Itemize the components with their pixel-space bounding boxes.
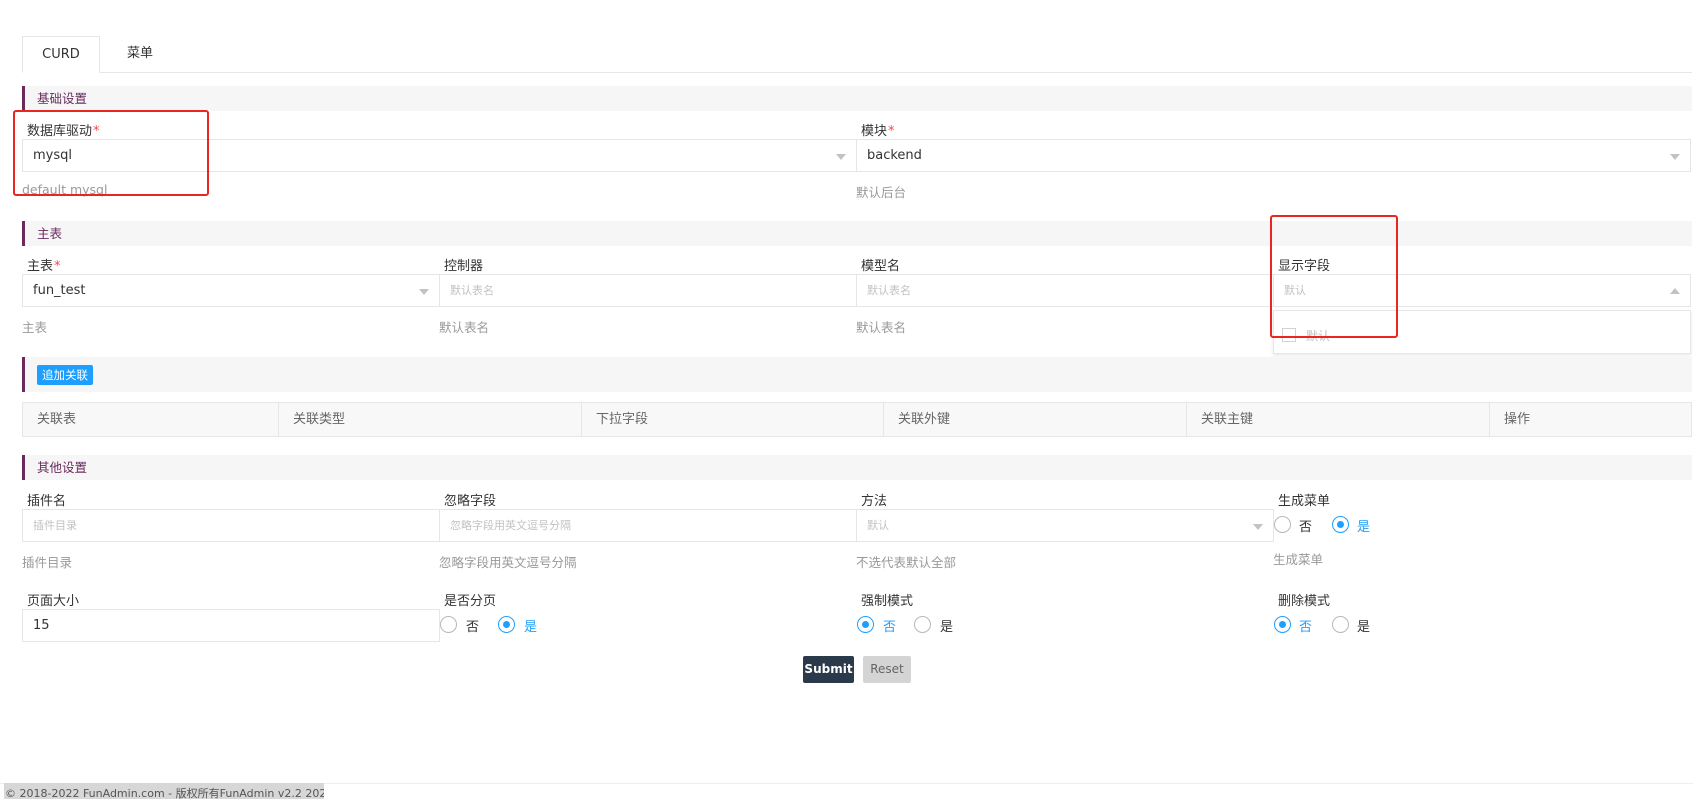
main-table-select[interactable]: fun_test [22, 274, 440, 307]
model-input[interactable]: 默认表名 [856, 274, 1274, 307]
section-other: 其他设置 [22, 455, 1692, 480]
chevron-down-icon [419, 289, 429, 295]
section-title: 其他设置 [37, 460, 88, 475]
delete-mode-no-label: 否 [1299, 620, 1313, 635]
controller-input[interactable]: 默认表名 [439, 274, 857, 307]
model-label: 模型名 [861, 259, 901, 274]
gen-menu-no-label: 否 [1299, 520, 1313, 535]
column-header: 关联类型 [279, 403, 582, 436]
gen-menu-label: 生成菜单 [1278, 494, 1331, 509]
method-hint: 不选代表默认全部 [856, 555, 957, 570]
chevron-down-icon [1253, 524, 1263, 530]
tab-curd[interactable]: CURD [22, 36, 100, 73]
module-select[interactable]: backend [856, 139, 1691, 172]
delete-mode-label: 删除模式 [1278, 594, 1331, 609]
method-select[interactable]: 默认 [856, 509, 1274, 542]
section-relation: 追加关联 [22, 357, 1692, 392]
section-title: 基础设置 [37, 91, 88, 106]
controller-label: 控制器 [444, 259, 484, 274]
module-label: 模块* [861, 124, 895, 139]
addon-label: 插件名 [27, 494, 67, 509]
chevron-up-icon [1670, 288, 1680, 294]
controller-hint: 默认表名 [439, 320, 490, 335]
force-mode-no-radio[interactable] [857, 616, 874, 633]
paginate-yes-label: 是 [524, 620, 538, 635]
ignore-fields-label: 忽略字段 [444, 494, 497, 509]
delete-mode-yes-radio[interactable] [1332, 616, 1349, 633]
force-mode-yes-label: 是 [940, 620, 954, 635]
main-table-value: fun_test [33, 283, 86, 298]
force-mode-label: 强制模式 [861, 594, 914, 609]
ignore-fields-input[interactable]: 忽略字段用英文逗号分隔 [439, 509, 857, 542]
submit-button[interactable]: Submit [803, 656, 854, 683]
gen-menu-hint: 生成菜单 [1273, 552, 1324, 567]
force-mode-yes-radio[interactable] [914, 616, 931, 633]
delete-mode-yes-label: 是 [1357, 620, 1371, 635]
section-main-table: 主表 [22, 221, 1692, 246]
ignore-fields-hint: 忽略字段用英文逗号分隔 [439, 555, 577, 570]
column-header: 关联外键 [884, 403, 1187, 436]
paginate-no-label: 否 [466, 620, 480, 635]
add-relation-button[interactable]: 追加关联 [37, 365, 93, 385]
force-mode-no-label: 否 [883, 620, 897, 635]
column-header: 下拉字段 [582, 403, 884, 436]
highlight-box [13, 110, 209, 196]
module-hint: 默认后台 [856, 185, 907, 200]
footer-copyright: © 2018-2022 FunAdmin.com - 版权所有FunAdmin … [4, 783, 324, 799]
page-size-label: 页面大小 [27, 594, 80, 609]
addon-input[interactable]: 插件目录 [22, 509, 440, 542]
main-table-hint: 主表 [22, 320, 48, 335]
page-size-input[interactable]: 15 [22, 609, 440, 642]
chevron-down-icon [836, 154, 846, 160]
tab-bar: CURD 菜单 [22, 36, 1692, 73]
delete-mode-no-radio[interactable] [1274, 616, 1291, 633]
paginate-yes-radio[interactable] [498, 616, 515, 633]
section-title: 主表 [37, 226, 63, 241]
chevron-down-icon [1670, 154, 1680, 160]
column-header: 操作 [1504, 412, 1531, 427]
main-table-label: 主表* [27, 259, 61, 274]
paginate-label: 是否分页 [444, 594, 497, 609]
gen-menu-yes-label: 是 [1357, 520, 1371, 535]
gen-menu-no-radio[interactable] [1274, 516, 1291, 533]
method-placeholder: 默认 [867, 519, 889, 532]
gen-menu-yes-radio[interactable] [1332, 516, 1349, 533]
column-header: 关联表 [23, 403, 279, 436]
addon-hint: 插件目录 [22, 555, 73, 570]
tab-menu[interactable]: 菜单 [106, 36, 174, 73]
column-header: 关联主键 [1187, 403, 1490, 436]
method-label: 方法 [861, 494, 888, 509]
relation-table-header: 关联表 关联类型 下拉字段 关联外键 关联主键 操作 [22, 402, 1692, 437]
module-value: backend [867, 148, 922, 163]
reset-button[interactable]: Reset [863, 656, 911, 683]
model-hint: 默认表名 [856, 320, 907, 335]
section-basic: 基础设置 [22, 86, 1692, 111]
highlight-box [1270, 215, 1398, 338]
paginate-no-radio[interactable] [440, 616, 457, 633]
